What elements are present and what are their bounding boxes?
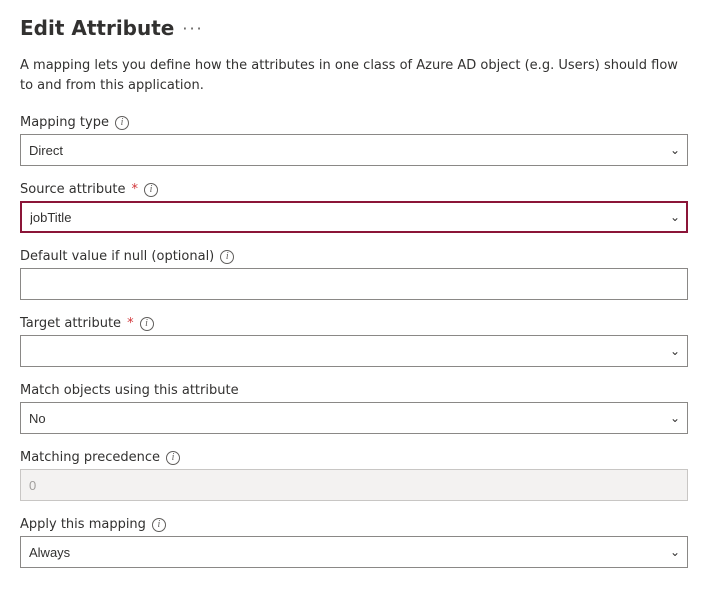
more-options-icon[interactable]: ··· <box>182 19 203 38</box>
matching-precedence-section: Matching precedence i <box>20 450 688 501</box>
mapping-type-section: Mapping type i Direct Expression Constan… <box>20 115 688 166</box>
default-value-label: Default value if null (optional) i <box>20 249 688 264</box>
target-attribute-info-icon[interactable]: i <box>140 317 154 331</box>
source-attribute-required: * <box>132 182 139 197</box>
page-header: Edit Attribute ··· <box>20 16 688 40</box>
target-attribute-select[interactable] <box>20 335 688 367</box>
default-value-section: Default value if null (optional) i <box>20 249 688 300</box>
default-value-info-icon[interactable]: i <box>220 250 234 264</box>
source-attribute-info-icon[interactable]: i <box>144 183 158 197</box>
matching-precedence-label: Matching precedence i <box>20 450 688 465</box>
mapping-type-info-icon[interactable]: i <box>115 116 129 130</box>
target-attribute-label: Target attribute * i <box>20 316 688 331</box>
match-objects-wrapper: No Yes ⌄ <box>20 402 688 434</box>
apply-mapping-section: Apply this mapping i Always Only during … <box>20 517 688 568</box>
mapping-type-label: Mapping type i <box>20 115 688 130</box>
source-attribute-label: Source attribute * i <box>20 182 688 197</box>
page-description: A mapping lets you define how the attrib… <box>20 56 688 95</box>
default-value-input[interactable] <box>20 268 688 300</box>
page-title: Edit Attribute <box>20 16 174 40</box>
target-attribute-required: * <box>127 316 134 331</box>
apply-mapping-select[interactable]: Always Only during object creation <box>20 536 688 568</box>
match-objects-select[interactable]: No Yes <box>20 402 688 434</box>
apply-mapping-info-icon[interactable]: i <box>152 518 166 532</box>
mapping-type-select[interactable]: Direct Expression Constant <box>20 134 688 166</box>
matching-precedence-info-icon[interactable]: i <box>166 451 180 465</box>
apply-mapping-label: Apply this mapping i <box>20 517 688 532</box>
source-attribute-section: Source attribute * i jobTitle department… <box>20 182 688 233</box>
apply-mapping-wrapper: Always Only during object creation ⌄ <box>20 536 688 568</box>
match-objects-label: Match objects using this attribute <box>20 383 688 398</box>
mapping-type-wrapper: Direct Expression Constant ⌄ <box>20 134 688 166</box>
source-attribute-wrapper: jobTitle department displayName mail ⌄ <box>20 201 688 233</box>
matching-precedence-input <box>20 469 688 501</box>
source-attribute-select[interactable]: jobTitle department displayName mail <box>20 201 688 233</box>
target-attribute-section: Target attribute * i ⌄ <box>20 316 688 367</box>
target-attribute-wrapper: ⌄ <box>20 335 688 367</box>
match-objects-section: Match objects using this attribute No Ye… <box>20 383 688 434</box>
